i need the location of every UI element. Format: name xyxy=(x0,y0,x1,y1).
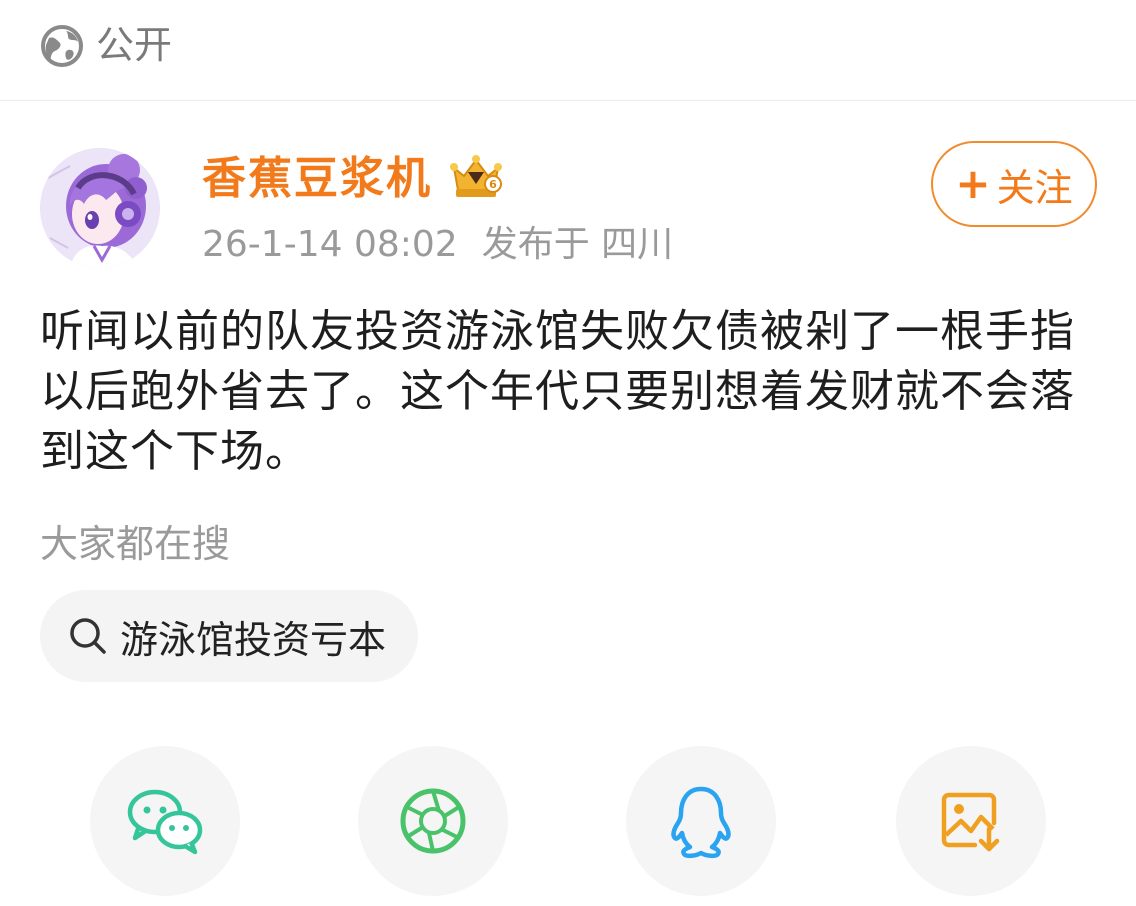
avatar-illustration xyxy=(40,148,160,268)
visibility-label: 公开 xyxy=(96,23,173,67)
save-image-icon xyxy=(941,792,1000,852)
author-name[interactable]: 香蕉豆浆机 xyxy=(202,150,432,208)
post-share-page: 公开 香蕉豆浆机 6 26-1-14 08:02 发布于 四川 + 关注 听闻以… xyxy=(0,0,1136,906)
share-qq-button[interactable] xyxy=(626,746,776,896)
badge-level: 6 xyxy=(489,178,497,191)
share-wechat-button[interactable] xyxy=(90,746,240,896)
post-text: 听闻以前的队友投资游泳馆失败欠债被剁了一根手指以后跑外省去了。这个年代只要别想着… xyxy=(40,306,1075,477)
plus-icon: + xyxy=(955,159,991,208)
share-moments-button[interactable] xyxy=(358,746,508,896)
wechat-icon xyxy=(127,789,203,855)
post-meta: 26-1-14 08:02 发布于 四川 xyxy=(202,220,673,270)
follow-button[interactable]: + 关注 xyxy=(931,141,1097,227)
search-icon xyxy=(70,618,106,654)
search-suggestion-text: 游泳馆投资亏本 xyxy=(120,617,387,662)
search-suggestion-chip[interactable]: 游泳馆投资亏本 xyxy=(40,590,419,682)
crown-level-badge-icon: 6 xyxy=(450,155,502,197)
moments-icon xyxy=(400,788,466,854)
follow-label: 关注 xyxy=(996,165,1073,210)
avatar[interactable] xyxy=(40,148,160,268)
post-timestamp: 26-1-14 08:02 xyxy=(202,224,458,265)
globe-icon xyxy=(41,25,83,67)
post-location: 发布于 四川 xyxy=(481,224,674,265)
search-heading: 大家都在搜 xyxy=(40,522,231,566)
qq-icon xyxy=(671,786,731,859)
visibility-bar: 公开 xyxy=(0,0,1136,101)
share-save-image-button[interactable] xyxy=(896,746,1046,896)
